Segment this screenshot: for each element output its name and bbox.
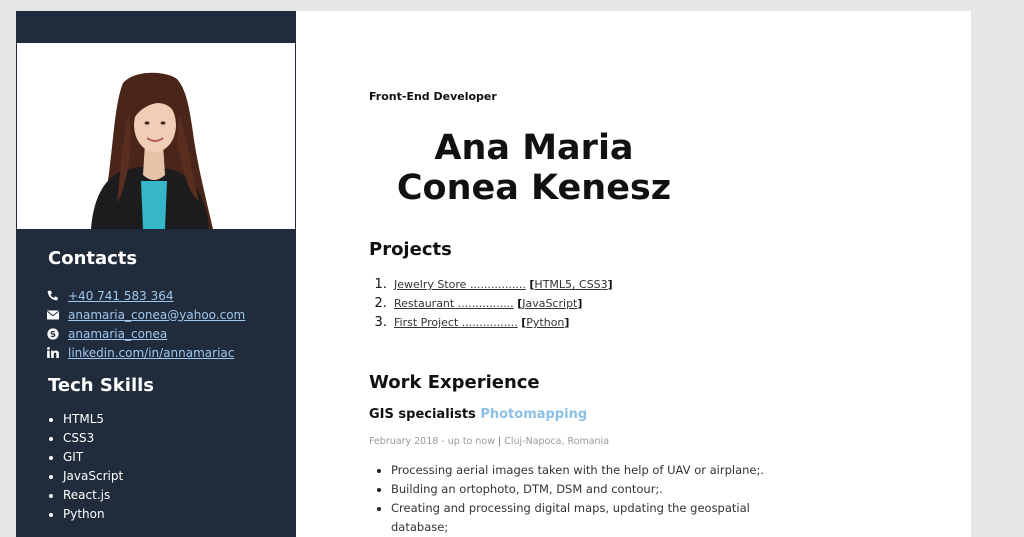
contacts-list: +40 741 583 364 anamaria_conea@yahoo.com…: [46, 286, 245, 362]
tech-skills-heading: Tech Skills: [48, 375, 155, 396]
project-item: Restaurant ................ [JavaScript]: [391, 294, 613, 313]
projects-heading: Projects: [369, 239, 452, 260]
contact-phone: +40 741 583 364: [46, 286, 245, 305]
job-title: GIS specialists Photomapping: [369, 407, 587, 422]
envelope-icon: [46, 308, 59, 321]
email-link[interactable]: anamaria_conea@yahoo.com: [68, 308, 245, 322]
company-name: Photomapping: [480, 407, 588, 422]
skill-item: GIT: [63, 448, 123, 467]
contacts-heading: Contacts: [48, 248, 138, 269]
project-item: First Project ................ [Python]: [391, 313, 613, 332]
resume-page: Contacts +40 741 583 364 anamaria_conea@…: [16, 11, 971, 537]
main-content: Front-End Developer Ana Maria Conea Kene…: [369, 11, 971, 537]
skill-item: Python: [63, 505, 123, 524]
linkedin-icon: [46, 346, 59, 359]
contact-skype: S anamaria_conea: [46, 324, 245, 343]
duty-item: Building an ortophoto, DTM, DSM and cont…: [391, 480, 791, 499]
projects-list: Jewelry Store ................ [HTML5, C…: [369, 275, 613, 332]
job-dates: February 2018 - up to now: [369, 436, 495, 447]
work-experience-heading: Work Experience: [369, 372, 540, 393]
skill-item: React.js: [63, 486, 123, 505]
skill-item: CSS3: [63, 429, 123, 448]
project-tech: [Python]: [521, 316, 570, 329]
contact-linkedin: linkedin.com/in/annamariac: [46, 343, 245, 362]
job-duties-list: Processing aerial images taken with the …: [369, 461, 791, 537]
svg-text:S: S: [50, 329, 56, 339]
skype-icon: S: [46, 327, 59, 340]
job-meta: February 2018 - up to now | Cluj-Napoca,…: [369, 436, 609, 447]
job-location: Cluj-Napoca, Romania: [504, 436, 610, 447]
job-separator: |: [498, 436, 502, 447]
profile-photo: [17, 43, 295, 229]
project-link[interactable]: First Project ................: [394, 316, 518, 329]
duty-item: Processing aerial images taken with the …: [391, 461, 791, 480]
page-title: Ana Maria Conea Kenesz: [396, 128, 672, 208]
job-role: GIS specialists: [369, 407, 476, 422]
linkedin-link[interactable]: linkedin.com/in/annamariac: [68, 346, 234, 360]
tech-skills-list: HTML5 CSS3 GIT JavaScript React.js Pytho…: [33, 410, 123, 524]
skill-item: HTML5: [63, 410, 123, 429]
project-tech: [HTML5, CSS3]: [529, 278, 613, 291]
skill-item: JavaScript: [63, 467, 123, 486]
sidebar: Contacts +40 741 583 364 anamaria_conea@…: [16, 11, 296, 537]
job-subtitle: Front-End Developer: [369, 90, 497, 103]
project-tech: [JavaScript]: [517, 297, 583, 310]
project-link[interactable]: Jewelry Store ................: [394, 278, 526, 291]
skype-link[interactable]: anamaria_conea: [68, 327, 167, 341]
project-link[interactable]: Restaurant ................: [394, 297, 514, 310]
project-item: Jewelry Store ................ [HTML5, C…: [391, 275, 613, 294]
duty-item: Creating and processing digital maps, up…: [391, 499, 791, 537]
phone-icon: [46, 289, 59, 302]
phone-link[interactable]: +40 741 583 364: [68, 289, 173, 303]
contact-email: anamaria_conea@yahoo.com: [46, 305, 245, 324]
